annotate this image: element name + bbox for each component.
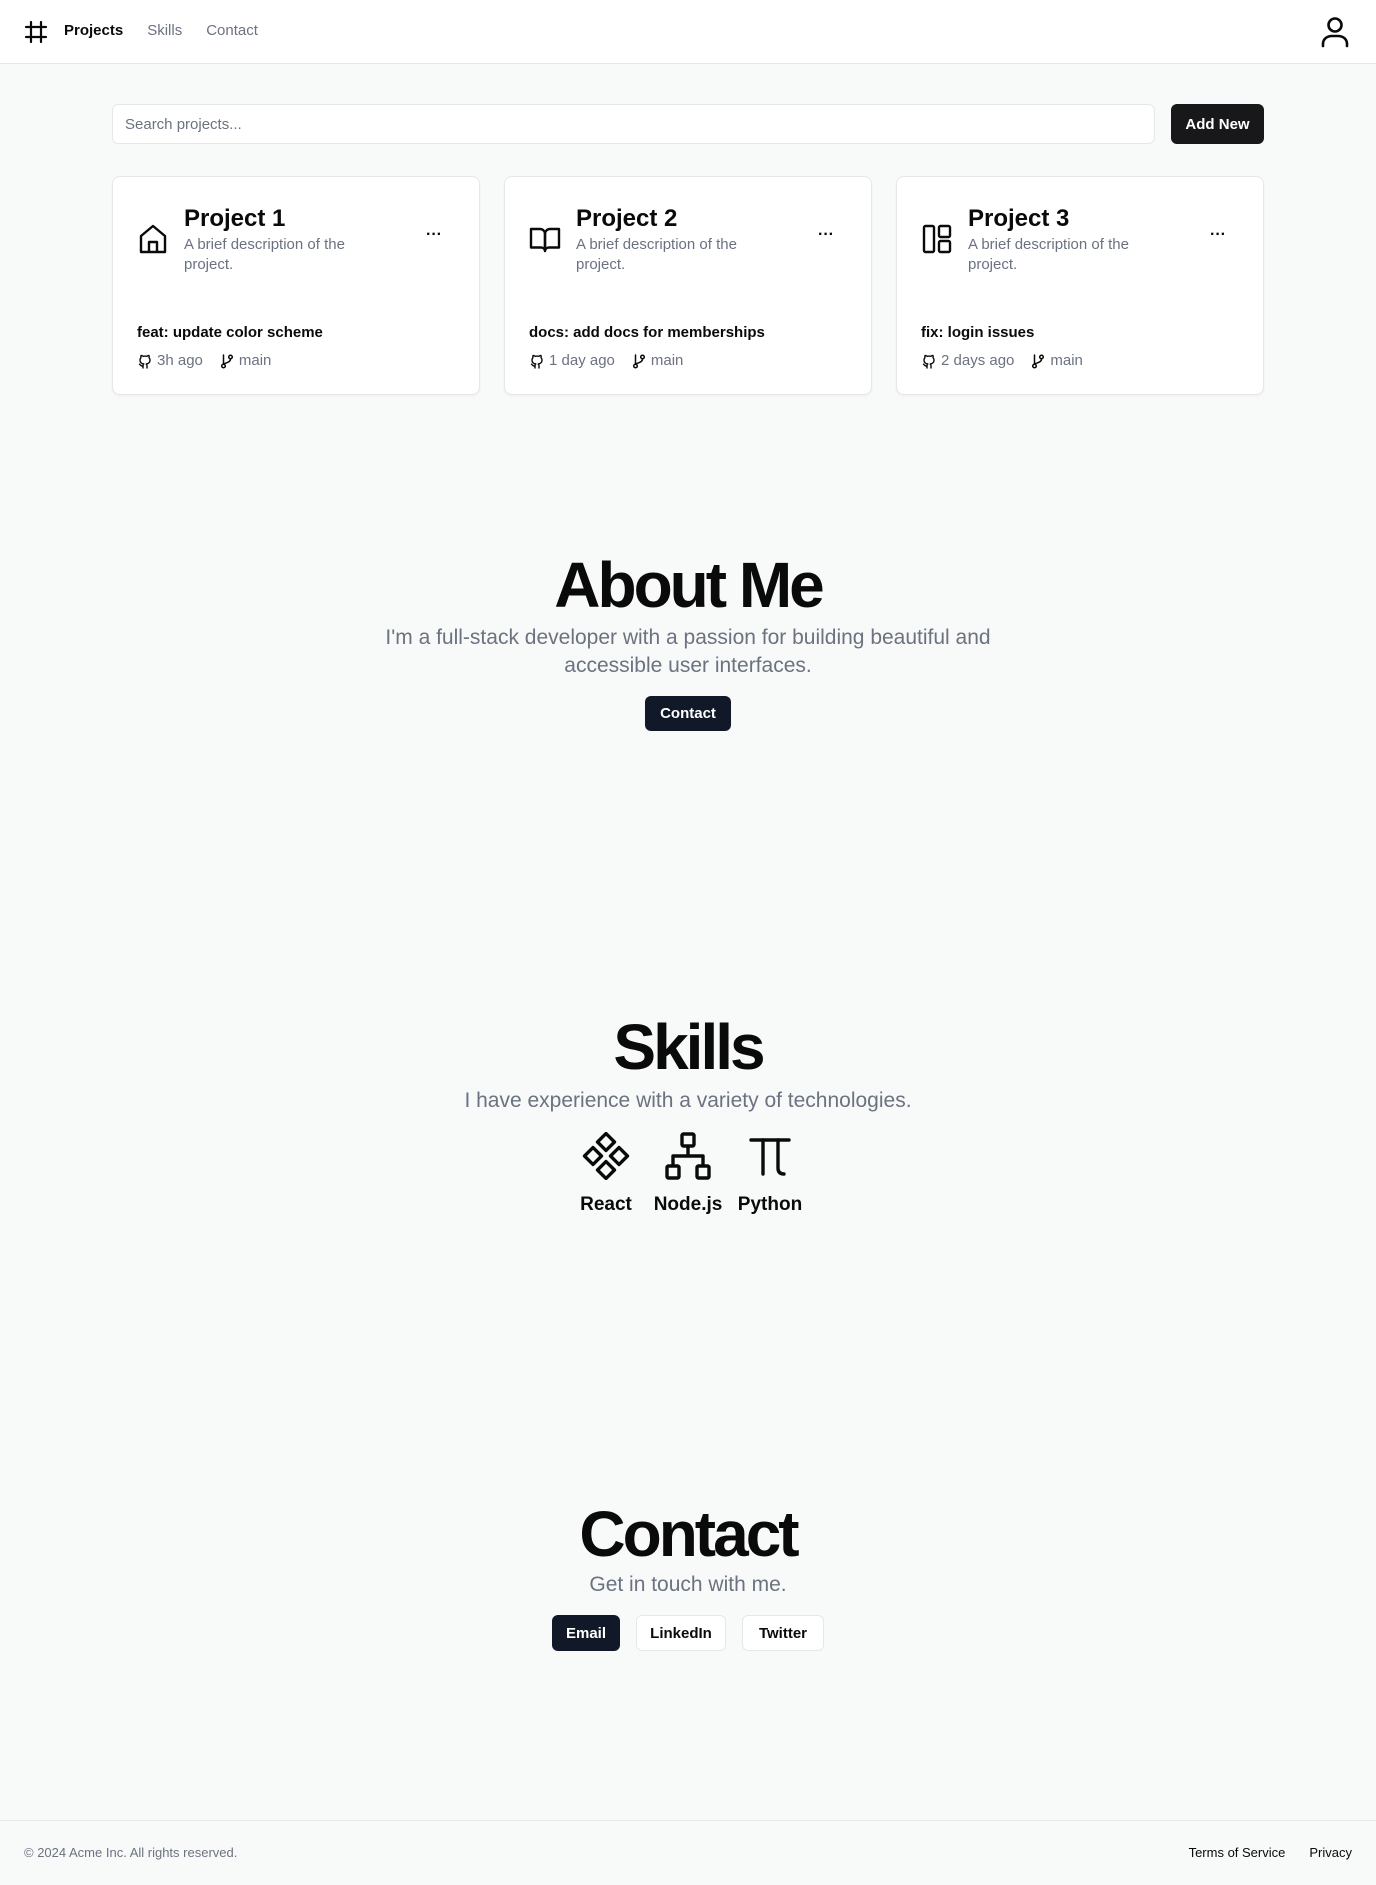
twitter-button[interactable]: Twitter: [742, 1615, 824, 1651]
skill-label: Node.js: [653, 1194, 723, 1215]
project-title: Project 1: [184, 205, 286, 232]
project-meta: 2 days ago main: [921, 352, 1083, 369]
about-text-line2: accessible user interfaces.: [564, 654, 812, 677]
project-card[interactable]: Project 3 A brief description of the pro…: [896, 176, 1264, 395]
skill-python: Python: [725, 1132, 815, 1216]
github-icon: [138, 354, 151, 369]
main-nav: Projects Skills Contact: [64, 22, 258, 39]
about-title: About Me: [554, 549, 825, 621]
hash-frame-icon[interactable]: [24, 20, 48, 44]
nav-item-contact[interactable]: Contact: [206, 22, 258, 39]
skills-title: Skills: [613, 1011, 765, 1083]
branch-name: main: [1050, 352, 1083, 369]
project-description: A brief description of the project.: [968, 236, 1129, 273]
layout-icon: [922, 224, 952, 254]
skill-nodejs: Node.js: [643, 1132, 733, 1216]
commit-time: 1 day ago: [549, 352, 615, 369]
copyright-text: © 2024 Acme Inc. All rights reserved.: [24, 1845, 238, 1860]
network-icon: [665, 1132, 711, 1180]
commit-message: docs: add docs for memberships: [529, 324, 765, 341]
nav-item-projects[interactable]: Projects: [64, 22, 123, 39]
search-input[interactable]: [112, 104, 1155, 144]
github-icon: [530, 354, 543, 369]
more-options-icon[interactable]: ···: [1209, 227, 1227, 249]
linkedin-button[interactable]: LinkedIn: [636, 1615, 726, 1651]
project-description: A brief description of the project.: [184, 236, 345, 273]
commit-time: 2 days ago: [941, 352, 1015, 369]
footer-links: Terms of Service Privacy: [1189, 1845, 1352, 1860]
git-branch-icon: [1032, 353, 1045, 369]
skill-label: Python: [737, 1194, 803, 1215]
terms-link[interactable]: Terms of Service: [1189, 1845, 1286, 1860]
project-description: A brief description of the project.: [576, 236, 737, 273]
git-branch-icon: [220, 353, 233, 369]
project-meta: 1 day ago main: [529, 352, 683, 369]
commit-message: feat: update color scheme: [137, 324, 323, 341]
git-branch-icon: [632, 353, 645, 369]
project-card[interactable]: Project 1 A brief description of the pro…: [112, 176, 480, 395]
add-new-button[interactable]: Add New: [1171, 104, 1264, 144]
privacy-link[interactable]: Privacy: [1309, 1845, 1352, 1860]
about-text-line1: I'm a full-stack developer with a passio…: [385, 626, 991, 649]
commit-time: 3h ago: [157, 352, 203, 369]
diamonds-icon: [582, 1132, 630, 1180]
contact-title: Contact: [579, 1498, 799, 1570]
contact-subtitle: Get in touch with me.: [589, 1573, 787, 1596]
pi-icon: [749, 1138, 791, 1176]
branch-name: main: [650, 352, 684, 369]
skill-react: React: [561, 1132, 651, 1216]
github-icon: [922, 354, 935, 369]
user-icon[interactable]: [1320, 16, 1350, 48]
project-card[interactable]: Project 2 A brief description of the pro…: [504, 176, 872, 395]
book-open-icon: [529, 227, 561, 253]
branch-name: main: [238, 352, 272, 369]
project-title: Project 3: [968, 205, 1070, 232]
about-contact-button[interactable]: Contact: [645, 696, 731, 731]
email-button[interactable]: Email: [552, 1615, 620, 1651]
commit-message: fix: login issues: [921, 324, 1035, 341]
more-options-icon[interactable]: ···: [817, 227, 835, 249]
skill-label: React: [580, 1194, 632, 1215]
project-meta: 3h ago main: [137, 352, 271, 369]
top-navbar: Projects Skills Contact: [0, 0, 1376, 64]
footer: © 2024 Acme Inc. All rights reserved. Te…: [0, 1820, 1376, 1885]
skills-subtitle: I have experience with a variety of tech…: [464, 1089, 912, 1112]
home-icon: [139, 224, 167, 254]
nav-item-skills[interactable]: Skills: [147, 22, 182, 39]
project-title: Project 2: [576, 205, 678, 232]
more-options-icon[interactable]: ···: [425, 227, 443, 249]
